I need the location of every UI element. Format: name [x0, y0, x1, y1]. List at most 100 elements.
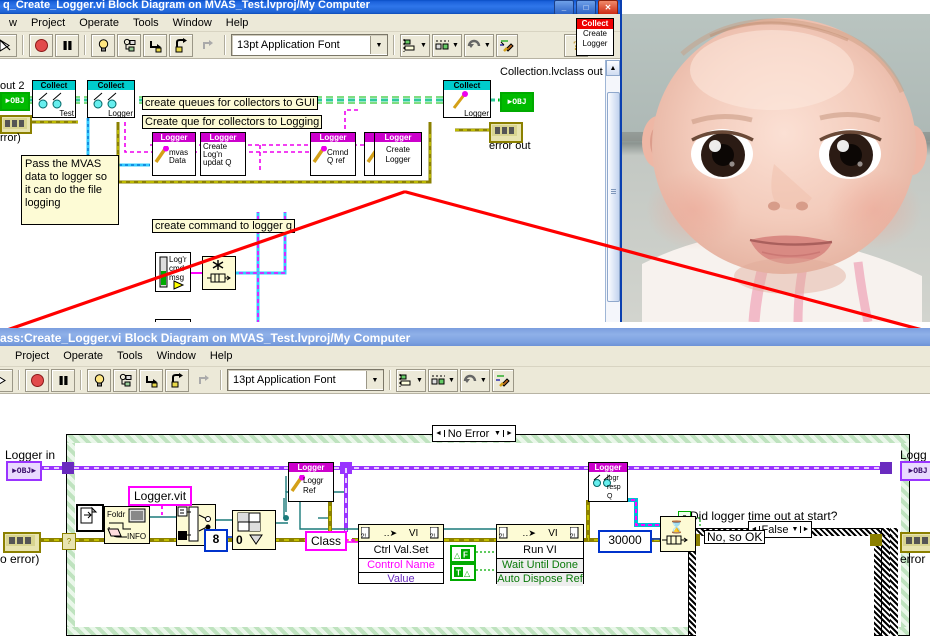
run-vi-method: Run VI [497, 542, 583, 559]
toolbar-bottom[interactable]: 13pt Application Font ▼ ▼ ▼ ▼ [0, 367, 930, 394]
reorder-button-bottom[interactable]: ▼ [459, 368, 490, 392]
run-icon[interactable] [0, 33, 17, 57]
open-vi-reference-icon[interactable] [76, 504, 104, 532]
window-top-block-diagram[interactable]: q_Create_Logger.vi Block Diagram on MVAS… [0, 0, 622, 322]
abort-execution-icon[interactable] [29, 33, 53, 57]
tunnel-error-in-outer: ? [62, 533, 76, 550]
step-into-icon-bottom[interactable] [139, 368, 163, 392]
menu-item-operate[interactable]: Operate [72, 16, 126, 30]
menu-item-window-bottom[interactable]: Window [150, 349, 203, 363]
logr-cmd-msg-constant[interactable]: Log'r cmd msg [155, 252, 191, 292]
boolean-constant-false[interactable]: △ F [450, 545, 476, 563]
inner-case-right-arrow[interactable]: ► [800, 526, 811, 533]
step-into-icon[interactable] [143, 33, 167, 57]
step-out-icon-bottom[interactable] [191, 368, 215, 392]
highlight-execution-icon[interactable] [91, 33, 115, 57]
menu-item-window[interactable]: Window [166, 16, 219, 30]
block-diagram-canvas-bottom[interactable]: ◄ No Error ▼ ► Did logger time out at st… [0, 400, 930, 636]
step-out-icon[interactable] [195, 33, 219, 57]
chevron-down-icon-bottom[interactable]: ▼ [366, 371, 383, 389]
vi-icon-line3: Logger [582, 39, 608, 48]
invoke-node-run-vi[interactable]: ?! ‥➤ VI ?! Run VI Wait Until Done Auto … [496, 524, 584, 586]
logger-node-mvas-data[interactable]: Logger mvas Data [152, 132, 196, 176]
menu-item-tools-bottom[interactable]: Tools [110, 349, 150, 363]
svg-text:INFO: INFO [127, 532, 146, 541]
menu-item-operate-bottom[interactable]: Operate [56, 349, 110, 363]
vi-icon-badge[interactable]: Collect Create Logger [576, 18, 614, 56]
logger-body-2: Create Log'n updat Q [203, 142, 232, 167]
collect-test-node[interactable]: Collect Test [32, 80, 76, 118]
retain-wire-values-icon[interactable] [117, 33, 141, 57]
logger-node-loggr-ref[interactable]: Logger Loggr Ref [288, 462, 334, 502]
window-bottom-block-diagram[interactable]: ass:Create_Logger.vi Block Diagram on MV… [0, 328, 930, 636]
pause-icon[interactable] [55, 33, 79, 57]
terminal-collection-lvclass-out[interactable]: ►OBJ [500, 92, 534, 112]
font-selector-top[interactable]: 13pt Application Font ▼ [231, 34, 388, 56]
maximize-button[interactable]: □ [576, 0, 596, 14]
reentrant-constant[interactable]: 8 [204, 529, 228, 552]
terminal-error-in-bottom[interactable] [3, 532, 41, 553]
invoke-node-ctrl-val-set[interactable]: ?! ‥➤ VI ?! Ctrl Val.Set Control Name Va… [358, 524, 444, 586]
chevron-down-icon[interactable]: ▼ [370, 36, 387, 54]
terminal-logger-out[interactable]: ►OBJ [900, 461, 930, 481]
minimize-button[interactable]: _ [554, 0, 574, 14]
title-bar-bottom[interactable]: ass:Create_Logger.vi Block Diagram on MV… [0, 328, 930, 346]
run-icon-bottom[interactable] [0, 368, 13, 392]
dequeue-element-icon[interactable]: ⌛ [660, 516, 696, 552]
ctrl-val-set-param-value[interactable]: Value [359, 573, 443, 586]
logger-node-cmnd-q-ref[interactable]: Logger Cmnd Q ref [310, 132, 356, 176]
distribute-objects-button-bottom[interactable]: ▼ [427, 368, 458, 392]
run-vi-param-auto-dispose-ref[interactable]: Auto Dispose Ref [497, 573, 583, 586]
terminal-class-out-2[interactable]: ►OBJ [0, 92, 30, 111]
logger-node-logr-resp-q-bottom[interactable]: Logger logr resp Q [588, 462, 628, 502]
highlight-execution-icon-bottom[interactable] [87, 368, 111, 392]
close-button[interactable]: ✕ [598, 0, 618, 14]
ctrl-val-set-method: Ctrl Val.Set [359, 542, 443, 559]
collect-logger-node-1[interactable]: Collect Logger [87, 80, 135, 118]
inner-case-dropdown-icon[interactable]: ▼ [790, 526, 800, 533]
boolean-constant-true[interactable]: T △ [450, 563, 476, 581]
distribute-objects-button[interactable]: ▼ [431, 33, 462, 57]
reorder-button[interactable]: ▼ [463, 33, 494, 57]
step-over-icon-bottom[interactable] [165, 368, 189, 392]
menu-item-tools[interactable]: Tools [126, 16, 166, 30]
title-bar-top[interactable]: q_Create_Logger.vi Block Diagram on MVAS… [0, 0, 620, 14]
block-diagram-canvas-top[interactable]: ►OBJ out 2 rror) Collect Test Collect Lo… [0, 60, 606, 322]
logger-node-create-logger-final[interactable]: Logger Create Logger [374, 132, 422, 176]
class-constant-label[interactable]: Class [305, 531, 348, 551]
abort-execution-icon-bottom[interactable] [25, 368, 49, 392]
align-objects-button-bottom[interactable]: ▼ [396, 368, 426, 392]
label-collection-lvclass-out: Collection.lvclass out [500, 66, 603, 78]
terminal-error-out-bottom[interactable] [900, 532, 930, 553]
logger-node-create-log-update-q[interactable]: Logger Create Log'n updat Q [200, 132, 246, 176]
retain-wire-values-icon-bottom[interactable] [113, 368, 137, 392]
menu-item-help[interactable]: Help [219, 16, 256, 30]
clean-up-diagram-button[interactable] [495, 33, 518, 57]
menu-item-help-bottom[interactable]: Help [203, 349, 240, 363]
ctrl-val-set-param-control-name[interactable]: Control Name [359, 559, 443, 573]
build-path-icon[interactable]: 0 [232, 510, 276, 550]
menu-bar-top[interactable]: w Project Operate Tools Window Help [0, 14, 620, 32]
step-over-icon[interactable] [169, 33, 193, 57]
pause-icon-bottom[interactable] [51, 368, 75, 392]
toolbar-top[interactable]: 13pt Application Font ▼ ▼ ▼ ▼ ? [0, 32, 620, 59]
terminal-logger-in[interactable]: ►OBJ► [6, 461, 42, 481]
run-vi-param-wait-until-done[interactable]: Wait Until Done [497, 559, 583, 573]
logger-vit-label[interactable]: Logger.vit [128, 486, 193, 506]
scroll-up-button[interactable]: ▲ [606, 60, 620, 76]
menu-item-project-bottom[interactable]: Project [8, 349, 56, 363]
clean-up-diagram-button-bottom[interactable] [491, 368, 514, 392]
collect-logger-node-2[interactable]: Collect Logger [443, 80, 491, 118]
font-selector-bottom[interactable]: 13pt Application Font ▼ [227, 369, 384, 391]
menu-item-project[interactable]: Project [24, 16, 72, 30]
menu-bar-bottom[interactable]: Project Operate Tools Window Help [0, 346, 930, 367]
obtain-queue-icon-1[interactable] [202, 256, 236, 290]
menu-item-window-edit[interactable]: w [2, 16, 24, 30]
logr-resp-msg-constant[interactable]: Log'r Resp Msg [155, 319, 191, 322]
window-controls-top[interactable]: _ □ ✕ [554, 0, 618, 14]
scrollbar-thumb-top[interactable] [607, 92, 620, 302]
vertical-scrollbar-top[interactable]: ▲ [605, 60, 620, 322]
align-objects-button[interactable]: ▼ [400, 33, 430, 57]
current-vis-path-icon[interactable]: Foldr INFO [104, 506, 150, 544]
timeout-constant[interactable]: 30000 [598, 530, 652, 553]
